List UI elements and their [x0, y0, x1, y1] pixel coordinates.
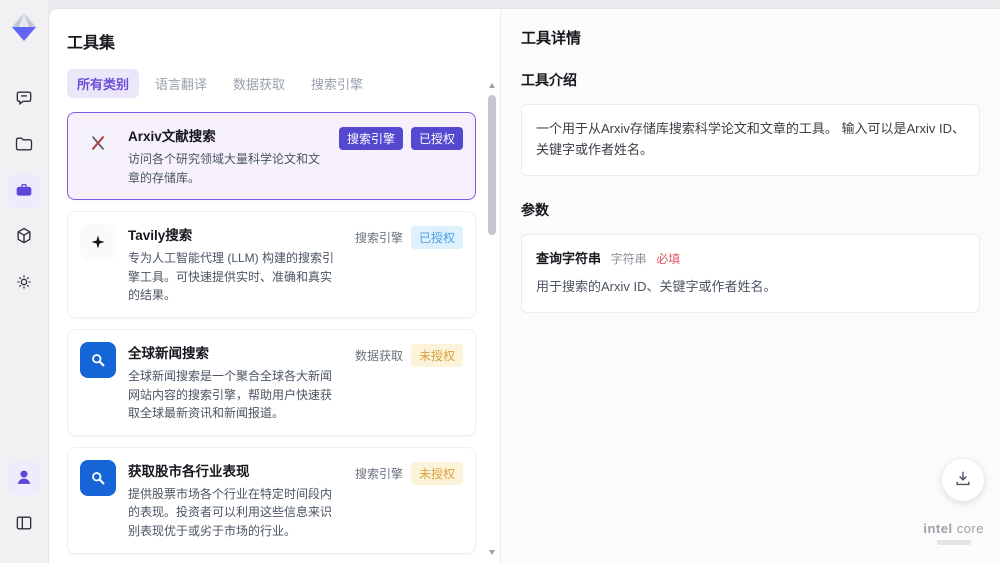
- param-name: 查询字符串: [536, 250, 602, 266]
- sidebar-item-settings[interactable]: [7, 266, 41, 300]
- intro-heading: 工具介绍: [521, 72, 577, 88]
- tool-card-tavily[interactable]: Tavily搜索 专为人工智能代理 (LLM) 构建的搜索引擎工具。可快速提供实…: [67, 211, 476, 318]
- scroll-up-arrow-icon[interactable]: [489, 83, 495, 88]
- category-label: 搜索引擎: [354, 231, 403, 246]
- tool-badges: 数据获取 未授权: [355, 342, 463, 367]
- tool-card-global-news[interactable]: 全球新闻搜索 全球新闻搜索是一个聚合全球各大新闻网站内容的搜索引擎，帮助用户快速…: [67, 328, 476, 436]
- tool-description: 专为人工智能代理 (LLM) 构建的搜索引擎工具。可快速提供实时、准确和真实的结…: [128, 251, 335, 303]
- folder-icon: [14, 134, 34, 157]
- intro-box: 一个用于从Arxiv存储库搜索科学论文和文章的工具。 输入可以是Arxiv ID…: [521, 104, 980, 176]
- download-icon: [953, 469, 973, 492]
- magnifier-icon: [80, 459, 116, 496]
- intel-wordmark: intel: [923, 521, 953, 536]
- tool-name: Arxiv文献搜索: [128, 129, 216, 144]
- left-rail: [0, 0, 48, 563]
- auth-status-badge: 未授权: [410, 461, 463, 485]
- app-logo-icon: [7, 10, 41, 44]
- param-header: 查询字符串 字符串 必填: [536, 249, 965, 270]
- tab-data-fetch[interactable]: 数据获取: [223, 69, 295, 98]
- cube-icon: [14, 226, 34, 249]
- gear-icon: [14, 272, 34, 295]
- tool-card-body: Arxiv文献搜索 访问各个研究领域大量科学论文和文章的存储库。: [128, 125, 327, 187]
- tool-card-arxiv[interactable]: Arxiv文献搜索 访问各个研究领域大量科学论文和文章的存储库。 搜索引擎 已授…: [67, 112, 476, 201]
- tool-name: 获取股市各行业表现: [128, 463, 250, 479]
- chat-icon: [14, 88, 34, 111]
- params-heading: 参数: [521, 201, 549, 218]
- tool-card-sector-performance[interactable]: 获取股市各行业表现 提供股票市场各个行业在特定时间段内的表现。投资者可以利用这些…: [67, 446, 476, 554]
- list-scrollbar[interactable]: [487, 83, 497, 555]
- tool-name: Tavily搜索: [128, 228, 193, 244]
- param-required-flag: 必填: [656, 251, 681, 266]
- tool-description: 全球新闻搜索是一个聚合全球各大新闻网站内容的搜索引擎，帮助用户快速获取全球最新资…: [128, 368, 333, 421]
- detail-panel-title: 工具详情: [521, 30, 582, 47]
- category-tabs: 所有类别 语言翻译 数据获取 搜索引擎: [67, 69, 492, 98]
- tab-language-translation[interactable]: 语言翻译: [145, 69, 217, 98]
- tool-badges: 搜索引擎 已授权: [354, 224, 463, 250]
- category-badge: 搜索引擎: [338, 127, 403, 150]
- sidebar-item-chat[interactable]: [7, 82, 41, 116]
- auth-status-badge: 已授权: [410, 127, 463, 150]
- param-description: 用于搜索的Arxiv ID、关键字或作者姓名。: [536, 279, 777, 295]
- sidebar-item-models[interactable]: [7, 220, 41, 254]
- tool-card-body: Tavily搜索 专为人工智能代理 (LLM) 构建的搜索引擎工具。可快速提供实…: [128, 224, 343, 305]
- core-wordmark: core: [956, 521, 984, 536]
- tool-card-list: Arxiv文献搜索 访问各个研究领域大量科学论文和文章的存储库。 搜索引擎 已授…: [67, 112, 492, 563]
- download-button[interactable]: [942, 459, 984, 501]
- tool-detail-panel: 工具详情 工具介绍 一个用于从Arxiv存储库搜索科学论文和文章的工具。 输入可…: [501, 9, 1000, 563]
- sidebar-item-collapse[interactable]: [7, 507, 41, 541]
- tool-list-panel: 工具集 所有类别 语言翻译 数据获取 搜索引擎 Arxiv文献搜索 访问各个研究…: [49, 9, 501, 563]
- param-box: 查询字符串 字符串 必填 用于搜索的Arxiv ID、关键字或作者姓名。: [521, 233, 980, 314]
- sidebar-item-user[interactable]: [7, 461, 41, 495]
- category-label: 数据获取: [354, 348, 403, 363]
- scroll-down-arrow-icon[interactable]: [489, 550, 495, 555]
- user-icon: [14, 467, 34, 490]
- auth-status-badge: 已授权: [410, 226, 463, 250]
- page-title: 工具集: [67, 35, 116, 52]
- param-type: 字符串: [610, 251, 647, 266]
- scrollbar-thumb[interactable]: [488, 95, 496, 235]
- toolbox-icon: [14, 180, 34, 203]
- sparkle-star-icon: [80, 224, 116, 261]
- category-label: 搜索引擎: [354, 466, 403, 481]
- sidebar-item-files[interactable]: [7, 128, 41, 162]
- magnifier-icon: [80, 341, 116, 378]
- tab-search-engine[interactable]: 搜索引擎: [301, 69, 373, 98]
- intel-core-logo: intel core: [923, 521, 984, 545]
- tool-card-body: 获取股市各行业表现 提供股票市场各个行业在特定时间段内的表现。投资者可以利用这些…: [128, 460, 343, 541]
- intro-text: 一个用于从Arxiv存储库搜索科学论文和文章的工具。 输入可以是Arxiv ID…: [536, 121, 966, 157]
- main-surface: 工具集 所有类别 语言翻译 数据获取 搜索引擎 Arxiv文献搜索 访问各个研究…: [48, 8, 1000, 563]
- tool-badges: 搜索引擎 已授权: [338, 125, 463, 150]
- panel-layout-icon: [14, 513, 34, 536]
- sidebar-item-tools[interactable]: [7, 174, 41, 208]
- arxiv-logo-icon: [80, 125, 116, 161]
- tool-card-body: 全球新闻搜索 全球新闻搜索是一个聚合全球各大新闻网站内容的搜索引擎，帮助用户快速…: [128, 342, 343, 423]
- tool-description: 访问各个研究领域大量科学论文和文章的存储库。: [128, 152, 321, 185]
- tool-badges: 搜索引擎 未授权: [355, 460, 463, 485]
- tool-name: 全球新闻搜索: [128, 345, 209, 361]
- auth-status-badge: 未授权: [410, 343, 463, 367]
- app-window: 工具集 所有类别 语言翻译 数据获取 搜索引擎 Arxiv文献搜索 访问各个研究…: [0, 0, 1000, 563]
- tab-all-categories[interactable]: 所有类别: [67, 69, 140, 98]
- tool-description: 提供股票市场各个行业在特定时间段内的表现。投资者可以利用这些信息来识别表现优于或…: [128, 486, 333, 538]
- intel-logo-subtext: [936, 540, 971, 545]
